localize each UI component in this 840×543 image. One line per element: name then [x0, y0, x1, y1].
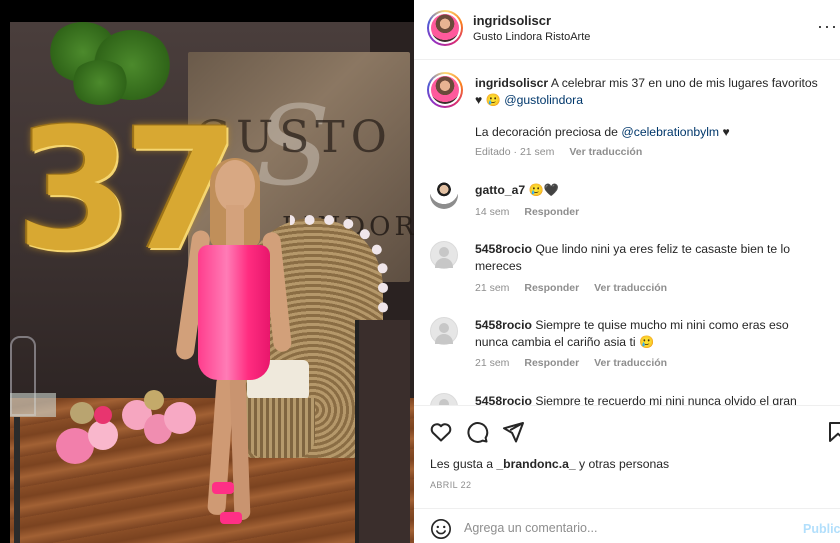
comment-meta: 21 sem Responder Ver traducción: [475, 357, 679, 369]
translate-link[interactable]: Ver traducción: [594, 282, 667, 294]
photo-balloon: [94, 406, 112, 424]
comment-input[interactable]: [464, 518, 784, 538]
commenter-avatar[interactable]: [430, 393, 458, 405]
likes-summary: Les gusta a _brandonc.a_ y otras persona…: [430, 457, 669, 471]
more-icon[interactable]: ···: [817, 16, 838, 37]
comment-text: 5458rocio Siempre te quise mucho mi nini…: [475, 317, 822, 351]
photo-person-neck: [226, 205, 244, 245]
caption-username[interactable]: ingridsoliscr: [475, 76, 548, 90]
author-username[interactable]: ingridsoliscr: [473, 13, 551, 28]
add-comment-bar: Publicar: [414, 508, 840, 543]
action-bar: [414, 405, 840, 455]
comment-text: 5458rocio Que lindo nini ya eres feliz t…: [475, 241, 822, 275]
post-location[interactable]: Gusto Lindora RistoArte: [473, 31, 590, 43]
caption-edited: Editado · 21 sem: [475, 146, 555, 158]
comment-item: 5458rocio Que lindo nini ya eres feliz t…: [414, 241, 840, 301]
comment-username[interactable]: gatto_a7: [475, 183, 525, 197]
photo-shoe: [212, 482, 234, 494]
caption-body: La decoración preciosa de: [475, 125, 618, 139]
heart-glyph: ♥: [722, 125, 730, 139]
photo-balloon: [164, 402, 196, 434]
post-date[interactable]: ABRIL 22: [430, 480, 471, 490]
post-header: ingridsoliscr Gusto Lindora RistoArte ··…: [414, 0, 840, 60]
comment-username[interactable]: 5458rocio: [475, 242, 532, 256]
reply-link[interactable]: Responder: [524, 282, 579, 294]
mention-link[interactable]: @celebrationbylm: [621, 125, 719, 139]
photo-chair-base: [245, 398, 315, 458]
photo-pink-dress: [198, 245, 270, 380]
caption-text: ingridsoliscr A celebrar mis 37 en uno d…: [475, 75, 822, 109]
bookmark-icon[interactable]: [826, 420, 840, 444]
post-photo[interactable]: S GUSTO LINDORA 37: [0, 0, 414, 543]
photo-balloon: [144, 390, 164, 410]
comment-item: gatto_a7 🥲🖤 14 sem Responder: [414, 179, 840, 229]
comment-username[interactable]: 5458rocio: [475, 394, 532, 405]
commenter-avatar[interactable]: [430, 181, 458, 209]
caption-avatar[interactable]: [427, 72, 463, 108]
caption: ingridsoliscr A celebrar mis 37 en uno d…: [414, 71, 840, 171]
comment-time: 14 sem: [475, 206, 510, 218]
comment-text: 5458rocio Siempre te recuerdo mi nini nu…: [475, 393, 822, 405]
comments-scroll-area[interactable]: ingridsoliscr A celebrar mis 37 en uno d…: [414, 61, 840, 405]
comment-body: 🥲🖤: [528, 183, 559, 197]
comment-icon[interactable]: [465, 420, 489, 444]
post-side-panel: ingridsoliscr Gusto Lindora RistoArte ··…: [414, 0, 840, 543]
comment-meta: 21 sem Responder Ver traducción: [475, 282, 679, 294]
heart-icon[interactable]: [429, 420, 453, 444]
photo-table-leg: [14, 417, 20, 543]
comment-time: 21 sem: [475, 357, 510, 369]
mention-link[interactable]: @gustolindora: [504, 93, 583, 107]
comment-time: 21 sem: [475, 282, 510, 294]
caption-meta: Editado · 21 sem Ver traducción: [475, 146, 654, 158]
emoji-icon[interactable]: [430, 518, 452, 540]
commenter-avatar[interactable]: [430, 241, 458, 269]
photo-railing: [355, 320, 410, 543]
author-avatar[interactable]: [427, 10, 463, 46]
publish-button[interactable]: Publicar: [803, 522, 840, 536]
photo-shoe: [220, 512, 242, 524]
comment-item: 5458rocio Siempre te recuerdo mi nini nu…: [414, 393, 840, 405]
photo-balloon: [88, 420, 118, 450]
translate-link[interactable]: Ver traducción: [594, 357, 667, 369]
likes-suffix[interactable]: y otras personas: [579, 457, 669, 471]
likes-user-link[interactable]: _brandonc.a_: [496, 457, 575, 471]
share-icon[interactable]: [501, 420, 525, 444]
comment-body: Siempre te recuerdo mi nini nunca olvido…: [535, 394, 797, 405]
comment-meta: 14 sem Responder: [475, 206, 591, 218]
photo-balloon: [70, 402, 94, 424]
photo-table: [10, 393, 56, 417]
translate-link[interactable]: Ver traducción: [569, 146, 642, 158]
reply-link[interactable]: Responder: [524, 357, 579, 369]
reply-link[interactable]: Responder: [524, 206, 579, 218]
likes-prefix: Les gusta a: [430, 457, 494, 471]
comment-username[interactable]: 5458rocio: [475, 318, 532, 332]
comment-text: gatto_a7 🥲🖤: [475, 182, 822, 199]
caption-text-second: La decoración preciosa de @celebrationby…: [475, 124, 822, 141]
commenter-avatar[interactable]: [430, 317, 458, 345]
comment-item: 5458rocio Siempre te quise mucho mi nini…: [414, 317, 840, 377]
